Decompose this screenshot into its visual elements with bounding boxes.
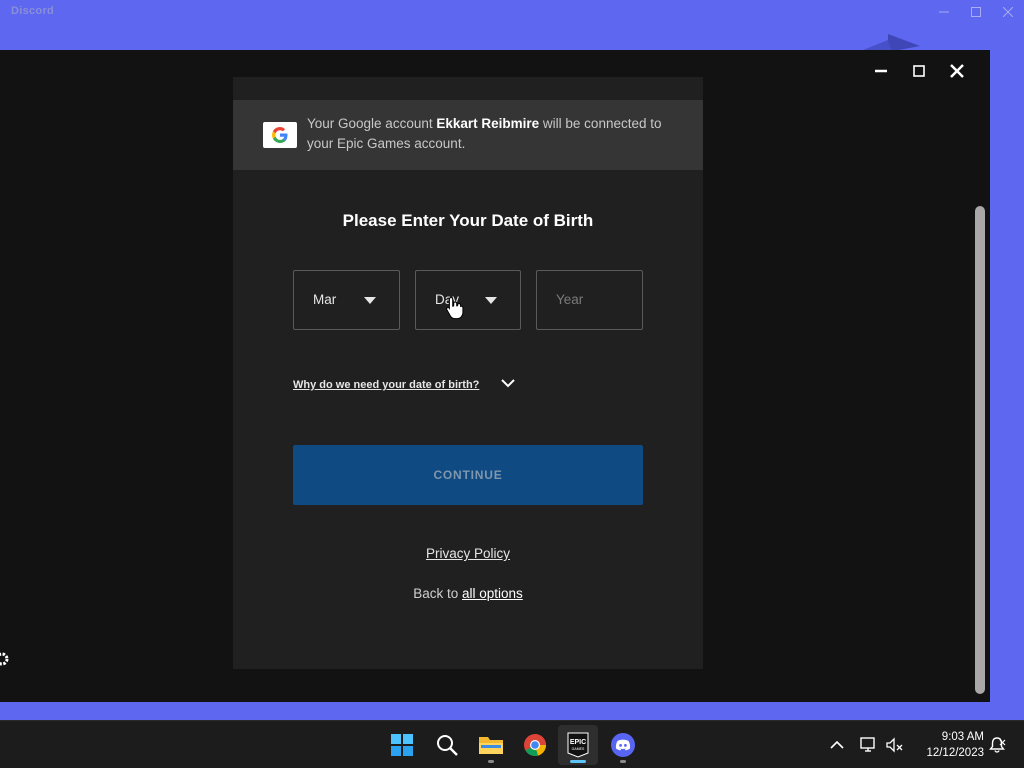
taskbar-chrome[interactable] bbox=[515, 725, 555, 765]
discord-icon bbox=[611, 733, 635, 757]
taskbar-epic-games[interactable]: EPIC GAMES bbox=[558, 725, 598, 765]
maximize-icon bbox=[913, 65, 925, 77]
chevron-up-icon bbox=[830, 740, 844, 749]
folder-icon bbox=[479, 737, 503, 754]
continue-button[interactable]: CONTINUE bbox=[293, 445, 643, 505]
notifications-button[interactable] bbox=[988, 721, 1006, 768]
year-input-placeholder: Year bbox=[556, 292, 584, 307]
all-options-link[interactable]: all options bbox=[462, 586, 523, 601]
epic-window-controls bbox=[864, 56, 974, 86]
month-select-value: Mar bbox=[313, 292, 337, 307]
day-select[interactable]: Day bbox=[415, 270, 521, 330]
google-account-name: Ekkart Reibmire bbox=[436, 116, 540, 131]
chevron-down-icon bbox=[364, 297, 376, 304]
discord-close-button[interactable] bbox=[992, 0, 1024, 24]
taskbar-file-explorer[interactable] bbox=[471, 725, 511, 765]
year-input[interactable]: Year bbox=[536, 270, 643, 330]
system-clock[interactable]: 9:03 AM 12/12/2023 bbox=[914, 729, 984, 761]
why-date-of-birth-link[interactable]: Why do we need your date of birth? bbox=[293, 379, 479, 391]
discord-minimize-button[interactable] bbox=[928, 0, 960, 24]
taskbar-discord[interactable] bbox=[603, 725, 643, 765]
hand-cursor-icon bbox=[446, 296, 464, 320]
running-indicator bbox=[570, 760, 586, 763]
search-icon bbox=[437, 735, 458, 756]
privacy-policy-row: Privacy Policy bbox=[233, 546, 703, 561]
network-status-button[interactable] bbox=[860, 721, 878, 768]
close-icon bbox=[950, 64, 964, 78]
minimize-icon bbox=[875, 69, 887, 73]
epic-maximize-button[interactable] bbox=[902, 56, 936, 86]
clock-date: 12/12/2023 bbox=[926, 747, 984, 759]
google-logo-icon bbox=[263, 122, 297, 148]
speaker-muted-icon bbox=[886, 737, 903, 753]
maximize-icon bbox=[971, 7, 981, 17]
discord-maximize-button[interactable] bbox=[960, 0, 992, 24]
date-of-birth-panel: Your Google account Ekkart Reibmire will… bbox=[233, 77, 703, 669]
taskbar-search-button[interactable] bbox=[427, 725, 467, 765]
minimize-icon bbox=[939, 11, 949, 13]
epic-games-window: Your Google account Ekkart Reibmire will… bbox=[0, 50, 990, 702]
privacy-policy-link[interactable]: Privacy Policy bbox=[426, 546, 510, 561]
svg-text:EPIC: EPIC bbox=[570, 739, 586, 746]
tray-overflow-button[interactable] bbox=[830, 721, 844, 768]
taskbar-start-button[interactable] bbox=[382, 725, 422, 765]
scrollbar-thumb[interactable] bbox=[975, 206, 985, 694]
chrome-icon bbox=[524, 734, 546, 757]
notification-bell-icon bbox=[989, 737, 1006, 753]
paper-plane-illustration-icon bbox=[858, 34, 920, 52]
running-indicator bbox=[488, 760, 494, 763]
discord-window-controls bbox=[928, 0, 1024, 24]
page-title: Please Enter Your Date of Birth bbox=[342, 211, 594, 230]
chevron-down-icon bbox=[485, 297, 497, 304]
gear-icon[interactable] bbox=[0, 651, 10, 667]
back-to-options-row: Back to all options bbox=[413, 586, 523, 601]
running-indicator bbox=[620, 760, 626, 763]
windows-taskbar: EPIC GAMES 9:03 AM 12/12/2023 bbox=[0, 720, 1024, 768]
clock-time: 9:03 AM bbox=[941, 731, 984, 743]
epic-games-icon: EPIC GAMES bbox=[567, 732, 589, 758]
month-select[interactable]: Mar bbox=[293, 270, 400, 330]
google-connect-banner: Your Google account Ekkart Reibmire will… bbox=[233, 100, 703, 170]
close-icon bbox=[1003, 7, 1013, 17]
epic-minimize-button[interactable] bbox=[864, 56, 898, 86]
windows-start-icon bbox=[391, 734, 413, 756]
google-banner-text: Your Google account Ekkart Reibmire will… bbox=[307, 116, 662, 151]
chevron-down-icon[interactable] bbox=[501, 378, 515, 388]
epic-close-button[interactable] bbox=[940, 56, 974, 86]
network-icon bbox=[860, 737, 875, 752]
volume-status-button[interactable] bbox=[886, 721, 904, 768]
svg-text:GAMES: GAMES bbox=[572, 747, 585, 751]
discord-title: Discord bbox=[11, 5, 55, 17]
